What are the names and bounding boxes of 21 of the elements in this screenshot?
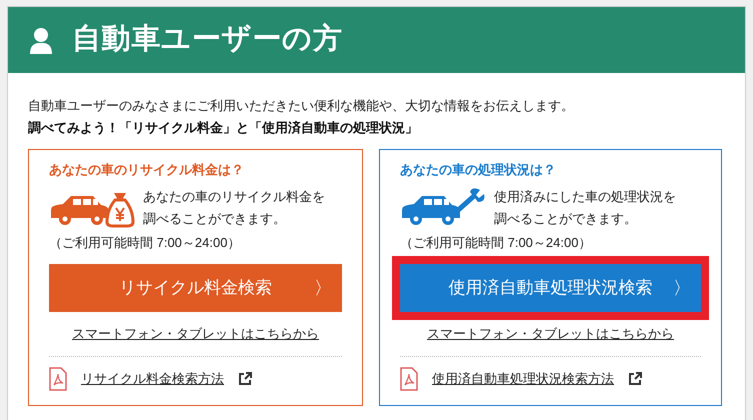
manual-link[interactable]: 使用済自動車処理状況検索方法 xyxy=(432,369,614,389)
search-button[interactable]: リサイクル料金検索 〉 xyxy=(49,264,342,312)
pdf-file-icon xyxy=(400,367,418,391)
external-link-icon xyxy=(238,372,252,386)
card-description: あなたの車のリサイクル料金を 調べることができます。 xyxy=(143,188,325,228)
page-title: 自動車ユーザーの方 xyxy=(72,22,343,58)
card-title: あなたの車のリサイクル料金は？ xyxy=(49,161,245,179)
manual-link[interactable]: リサイクル料金検索方法 xyxy=(81,369,224,389)
card-title: あなたの車の処理状況は？ xyxy=(400,161,557,179)
mobile-link[interactable]: スマートフォン・タブレットはこちらから xyxy=(72,326,319,341)
intro-text: 自動車ユーザーのみなさまにご利用いただきたい便利な機能や、大切な情報をお伝えします。 xyxy=(28,97,575,115)
card-description: 使用済みにした車の処理状況を 調べることができます。 xyxy=(494,188,676,228)
hours-text: （ご利用可能時間 7:00～24:00） xyxy=(49,234,242,252)
external-link-icon xyxy=(628,372,642,386)
hours-text: （ご利用可能時間 7:00～24:00） xyxy=(400,234,592,252)
intro-lead: 調べてみよう！「リサイクル料金」と「使用済自動車の処理状況」 xyxy=(28,119,419,137)
car-wrench-icon xyxy=(400,188,486,228)
person-icon xyxy=(30,26,52,54)
mobile-link[interactable]: スマートフォン・タブレットはこちらから xyxy=(427,326,674,341)
pdf-file-icon xyxy=(49,367,67,391)
search-button[interactable]: 使用済自動車処理状況検索 〉 xyxy=(400,264,701,312)
